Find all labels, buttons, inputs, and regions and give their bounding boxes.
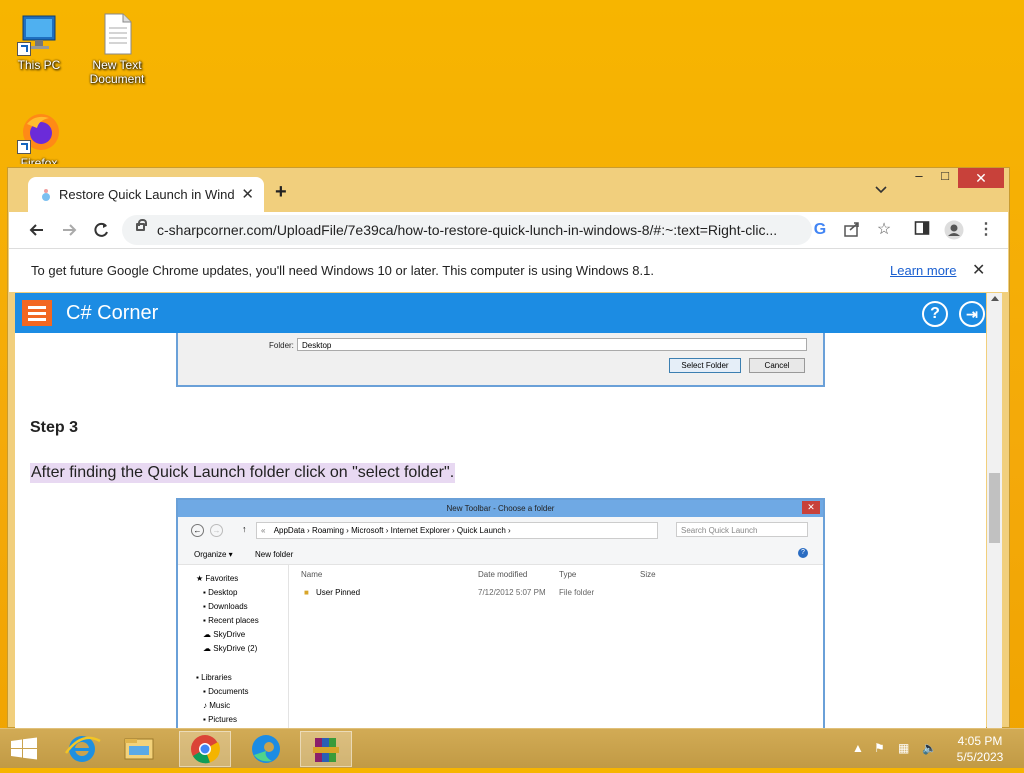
scroll-up-icon[interactable] [991,296,999,301]
start-button[interactable] [0,731,48,767]
desktop-icon-new-text-document[interactable]: New Text Document [82,12,152,86]
desktop-icon-label: This PC [17,58,61,72]
desktop-icon-this-pc[interactable]: This PC [4,12,74,72]
address-url: c-sharpcorner.com/UploadFile/7e39ca/how-… [157,222,778,238]
winrar-icon[interactable] [300,731,352,767]
edge-icon[interactable] [240,731,292,767]
tab-active[interactable]: Restore Quick Launch in Window ✕ [28,177,264,212]
explorer-close-icon: ✕ [802,501,820,514]
explorer-back-icon: ← [191,524,204,537]
page-viewport: C# Corner ? ⇥ Folder: Desktop Select Fol… [15,293,986,728]
hamburger-menu-icon[interactable] [22,300,52,326]
lock-icon[interactable] [136,219,147,231]
article-image-folder-dialog: Folder: Desktop Select Folder Cancel [176,333,825,387]
nav-item: ☁ SkyDrive (2) [203,644,258,653]
reload-icon[interactable] [91,220,111,240]
file-explorer-icon[interactable] [113,731,165,767]
learn-more-link[interactable]: Learn more [890,263,956,278]
nav-item: ♪ Music [203,701,231,710]
new-folder-button: New folder [255,550,294,559]
explorer-command-bar: Organize ▾ New folder ? [178,544,823,565]
explorer-forward-icon: → [210,524,223,537]
taskbar-clock[interactable]: 4:05 PM 5/5/2023 [950,733,1010,765]
forward-arrow-icon[interactable] [59,220,79,240]
clock-time: 4:05 PM [957,734,1003,748]
infobar-close-icon[interactable]: ✕ [972,260,985,280]
tab-search-chevron-icon[interactable] [875,182,887,194]
new-tab-button[interactable]: + [275,181,287,204]
google-icon[interactable]: G [810,220,830,240]
back-arrow-icon[interactable] [27,220,47,240]
explorer-breadcrumb: « AppData › Roaming › Microsoft › Intern… [256,522,658,539]
explorer-file-list: Name Date modified Type Size ■ User Pinn… [301,570,656,597]
tab-title: Restore Quick Launch in Window [59,187,234,202]
help-icon[interactable]: ? [922,301,948,327]
show-hidden-icons-icon[interactable]: ▲ [852,741,864,755]
nav-item: ▪ Recent places [203,616,259,625]
site-brand[interactable]: C# Corner [66,302,158,325]
nav-item: ☁ SkyDrive [203,630,246,639]
bookmark-star-icon[interactable]: ☆ [874,220,894,240]
text-document-icon [95,12,139,56]
desktop-icon-firefox[interactable]: Firefox [4,110,74,164]
tab-close-icon[interactable]: ✕ [241,185,254,203]
article-image-explorer: New Toolbar - Choose a folder ✕ ← → ↑ « … [176,498,825,728]
browser-toolbar: c-sharpcorner.com/UploadFile/7e39ca/how-… [9,212,1008,248]
explorer-help-icon: ? [798,548,808,558]
profile-avatar-icon[interactable] [944,220,964,240]
step-text: After finding the Quick Launch folder cl… [30,463,456,483]
infobar-message: To get future Google Chrome updates, you… [31,263,654,278]
chrome-icon[interactable] [179,731,231,767]
minimize-button[interactable]: – [906,168,932,188]
desktop-icon-label: Firefox [20,156,58,164]
explorer-search: Search Quick Launch [676,522,808,537]
this-pc-icon [17,12,61,56]
column-header: Size [640,570,656,579]
organize-menu: Organize ▾ [194,550,233,559]
nav-item: ▪ Downloads [203,602,248,611]
desktop-icon-label: New Text Document [89,58,145,86]
site-header: C# Corner ? ⇥ [15,293,986,333]
folder-icon: ■ [304,588,309,597]
explorer-addressbar: ← → ↑ « AppData › Roaming › Microsoft › … [178,517,823,544]
action-center-flag-icon[interactable]: ⚑ [874,741,885,755]
address-bar[interactable]: c-sharpcorner.com/UploadFile/7e39ca/how-… [122,215,812,245]
step-heading: Step 3 [30,419,79,436]
column-header: Type [559,570,577,579]
taskbar: ▲ ⚑ ▦ 🔈 4:05 PM 5/5/2023 [0,728,1024,768]
folder-label: Folder: [269,341,294,350]
page-scrollbar[interactable] [987,293,1002,728]
maximize-button[interactable]: □ [932,168,958,188]
volume-icon[interactable]: 🔈 [922,741,937,755]
windows-logo-icon [11,737,37,760]
internet-explorer-icon[interactable] [56,731,108,767]
explorer-titlebar: New Toolbar - Choose a folder ✕ [178,500,823,517]
column-header: Date modified [478,570,528,579]
favorites-header: ★ Favorites [196,574,239,583]
explorer-title: New Toolbar - Choose a folder [446,504,555,513]
folder-field: Desktop [297,338,807,351]
login-icon[interactable]: ⇥ [959,301,985,327]
more-menu-icon[interactable]: ⋮ [976,220,996,240]
side-panel-icon[interactable] [912,220,932,240]
clock-date: 5/5/2023 [956,750,1004,764]
column-header: Name [301,570,323,579]
update-infobar: To get future Google Chrome updates, you… [9,248,1008,292]
explorer-nav-pane: ★ Favorites ▪ Desktop ▪ Downloads ▪ Rece… [178,564,289,728]
nav-item: ▪ Desktop [203,588,238,597]
explorer-up-icon: ↑ [242,524,247,534]
c-sharp-corner-favicon-icon [40,188,52,202]
cancel-button: Cancel [749,358,805,373]
browser-window: Restore Quick Launch in Window ✕ + – □ ✕… [7,167,1010,728]
network-icon[interactable]: ▦ [898,741,909,755]
nav-item: ▪ Pictures [203,715,237,724]
select-folder-button: Select Folder [669,358,741,373]
nav-item: ▪ Documents [203,687,249,696]
scrollbar-thumb[interactable] [989,473,1000,543]
libraries-header: ▪ Libraries [196,673,232,682]
share-icon[interactable] [842,220,862,240]
firefox-icon [17,110,61,154]
close-window-button[interactable]: ✕ [958,168,1004,188]
browser-titlebar: Restore Quick Launch in Window ✕ + – □ ✕ [8,168,1009,212]
